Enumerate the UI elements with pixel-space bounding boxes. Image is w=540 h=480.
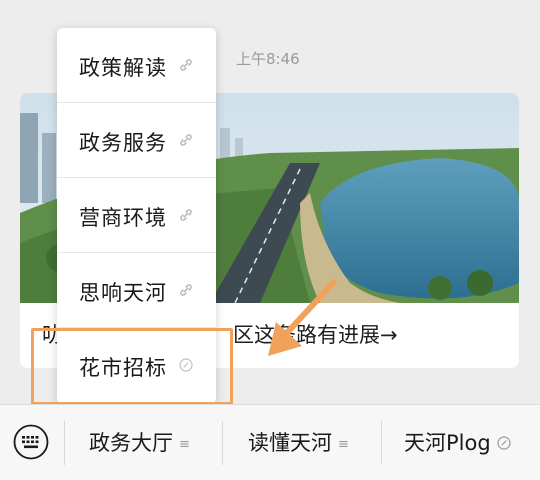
tab-label: 政务大厅 — [89, 431, 173, 455]
menu-item-label: 营商环境 — [79, 206, 167, 230]
tab-label: 天河Plog — [404, 431, 491, 455]
menu-item-services[interactable]: 政务服务 — [57, 103, 216, 178]
tab-label: 读懂天河 — [248, 431, 332, 455]
highlight-box — [31, 328, 233, 405]
menu-divider — [64, 421, 65, 465]
tab-tianhe-plog[interactable]: 天河Plog — [404, 427, 511, 457]
menu-lines-icon: ≡ — [338, 437, 349, 452]
link-icon — [180, 134, 192, 146]
menu-divider — [222, 421, 223, 465]
menu-divider — [381, 421, 382, 465]
link-icon — [180, 59, 192, 71]
link-icon — [180, 209, 192, 221]
link-icon — [497, 436, 511, 450]
menu-item-business[interactable]: 营商环境 — [57, 178, 216, 253]
bottom-menu-bar: 政务大厅 ≡ 读懂天河 ≡ 天河Plog — [0, 404, 540, 480]
pointer-arrow-icon — [268, 279, 337, 356]
tab-read-tianhe[interactable]: 读懂天河 ≡ — [248, 427, 349, 457]
tab-government-hall[interactable]: 政务大厅 ≡ — [89, 427, 190, 457]
menu-item-label: 政策解读 — [79, 56, 167, 80]
keyboard-icon[interactable] — [13, 424, 49, 460]
chat-timestamp: 上午8:46 — [236, 50, 300, 68]
menu-item-tianhe[interactable]: 思响天河 — [57, 253, 216, 328]
menu-lines-icon: ≡ — [179, 437, 190, 452]
menu-item-label: 政务服务 — [79, 131, 167, 155]
menu-item-policy[interactable]: 政策解读 — [57, 28, 216, 103]
menu-item-label: 思响天河 — [79, 281, 167, 305]
link-icon — [180, 284, 192, 296]
